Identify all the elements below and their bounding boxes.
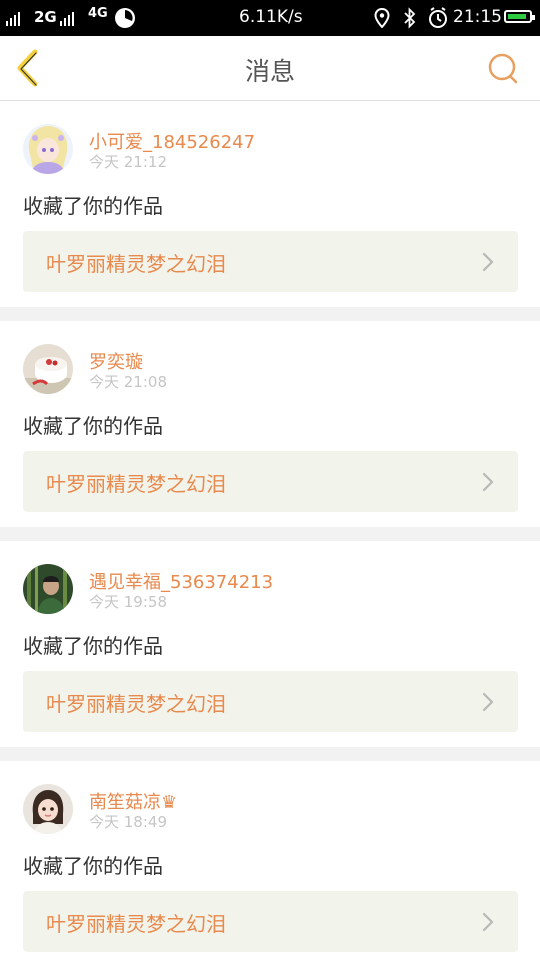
- alarm-icon: [429, 7, 447, 28]
- chevron-right-icon: [482, 472, 494, 492]
- network-type-label: 2G: [34, 8, 57, 26]
- signal-icon: [6, 10, 20, 26]
- chevron-right-icon: [482, 252, 494, 272]
- search-icon: [488, 53, 518, 84]
- message-action-text: 收藏了你的作品: [23, 414, 163, 438]
- avatar-image: [23, 564, 73, 614]
- avatar[interactable]: [23, 564, 73, 614]
- work-title: 叶罗丽精灵梦之幻泪: [46, 692, 226, 716]
- work-title: 叶罗丽精灵梦之幻泪: [46, 912, 226, 936]
- clock-time: 21:15: [453, 7, 502, 27]
- work-title: 叶罗丽精灵梦之幻泪: [46, 252, 226, 276]
- message-card: 南笙菇凉♛ 今天 18:49 收藏了你的作品 叶罗丽精灵梦之幻泪: [0, 761, 540, 967]
- message-action-text: 收藏了你的作品: [23, 634, 163, 658]
- message-time: 今天 21:08: [89, 373, 167, 391]
- message-time: 今天 18:49: [89, 813, 167, 831]
- avatar[interactable]: [23, 344, 73, 394]
- chevron-right-icon: [482, 912, 494, 932]
- avatar[interactable]: [23, 784, 73, 834]
- work-link[interactable]: 叶罗丽精灵梦之幻泪: [23, 231, 518, 292]
- message-action-text: 收藏了你的作品: [23, 194, 163, 218]
- top-nav-bar: 消息: [0, 36, 540, 101]
- message-time: 今天 21:12: [89, 153, 167, 171]
- message-card: 罗奕璇 今天 21:08 收藏了你的作品 叶罗丽精灵梦之幻泪: [0, 321, 540, 527]
- page-title: 消息: [244, 57, 295, 86]
- avatar-image: [23, 344, 73, 394]
- avatar-image: [23, 784, 73, 834]
- work-link[interactable]: 叶罗丽精灵梦之幻泪: [23, 891, 518, 952]
- search-button[interactable]: [484, 50, 524, 86]
- avatar-image: [23, 124, 73, 174]
- network-type-label-2: 4G: [88, 6, 108, 21]
- status-bar: 2G 4G 6.11K/s 21:15: [0, 0, 540, 36]
- avatar[interactable]: [23, 124, 73, 174]
- work-link[interactable]: 叶罗丽精灵梦之幻泪: [23, 671, 518, 732]
- chevron-right-icon: [482, 692, 494, 712]
- message-action-text: 收藏了你的作品: [23, 854, 163, 878]
- battery-level-fill: [508, 14, 526, 19]
- signal-icon-2: [60, 10, 74, 26]
- battery-icon: [504, 10, 535, 23]
- work-title: 叶罗丽精灵梦之幻泪: [46, 472, 226, 496]
- message-card: 小可爱_184526247 今天 21:12 收藏了你的作品 叶罗丽精灵梦之幻泪: [0, 101, 540, 307]
- message-card: 遇见幸福_536374213 今天 19:58 收藏了你的作品 叶罗丽精灵梦之幻…: [0, 541, 540, 747]
- message-time: 今天 19:58: [89, 593, 167, 611]
- clock-app-icon: [115, 8, 135, 28]
- location-icon: [374, 8, 390, 28]
- bluetooth-icon: [404, 7, 416, 29]
- work-link[interactable]: 叶罗丽精灵梦之幻泪: [23, 451, 518, 512]
- network-speed: 6.11K/s: [239, 7, 303, 27]
